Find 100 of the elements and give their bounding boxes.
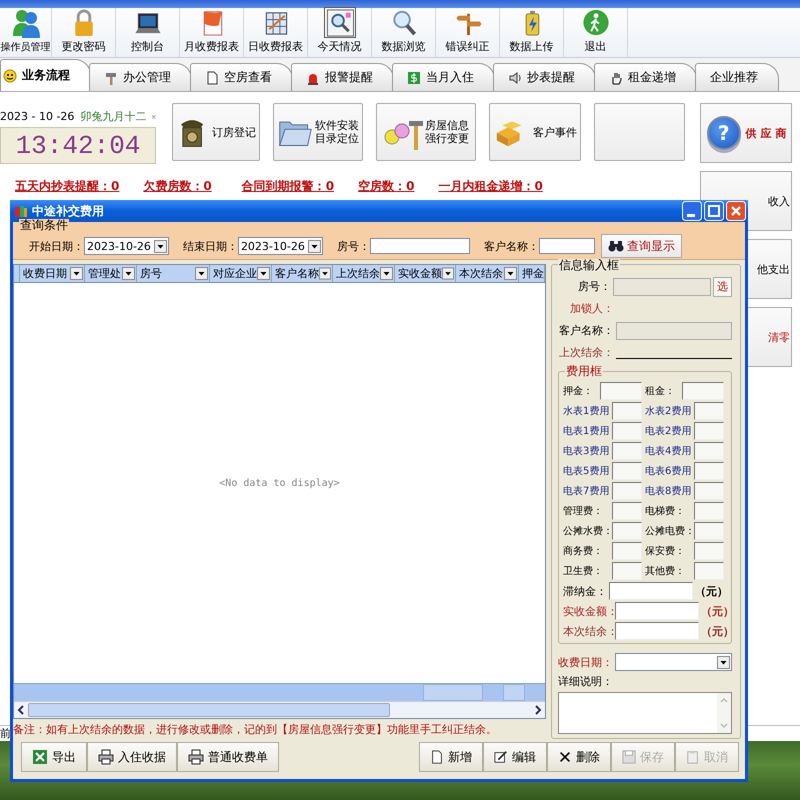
text-field[interactable]	[694, 462, 724, 480]
tab[interactable]: 办公管理	[89, 63, 192, 91]
text-field[interactable]	[616, 322, 732, 340]
field-label: 保安费：	[645, 544, 686, 558]
toolbar-button[interactable]: 日收费报表	[244, 8, 308, 57]
tab[interactable]: 空房查看	[190, 63, 293, 91]
group-legend: 查询条件	[19, 219, 69, 232]
books-icon	[14, 204, 28, 218]
query-button[interactable]: 查询显示	[600, 234, 682, 258]
field-label: 管理费：	[563, 504, 604, 518]
tab[interactable]: 抄表提醒	[493, 63, 596, 91]
text-field[interactable]	[609, 582, 693, 600]
tab[interactable]: 报警提醒	[291, 63, 394, 91]
text-field[interactable]	[615, 622, 699, 640]
toolbar-button[interactable]: 更改密码	[52, 8, 116, 57]
pencil-grid-icon	[494, 749, 508, 765]
action-button[interactable]: 客户事件	[489, 103, 581, 161]
text-field[interactable]	[615, 602, 699, 620]
field-label: 卫生费：	[563, 564, 604, 578]
date-field[interactable]: 2023-10-26	[84, 237, 169, 255]
unit-label: （元）	[695, 584, 728, 598]
field-label: 加锁人：	[569, 301, 614, 316]
action-button[interactable]: 软件安装 目录定位	[273, 103, 363, 161]
scrollbar-thumb[interactable]	[28, 703, 390, 717]
select-button[interactable]: 选	[712, 276, 732, 296]
column-header[interactable]: 押金	[519, 265, 545, 282]
tab[interactable]: 业务流程	[0, 59, 91, 91]
toolbar-button[interactable]: 操作员管理	[0, 8, 52, 57]
toolbar-button[interactable]: 导出	[21, 742, 87, 772]
toolbar-button[interactable]: 删除	[547, 742, 611, 772]
toolbar-button[interactable]: 编辑	[483, 742, 547, 772]
column-header[interactable]: 本次结余	[456, 265, 519, 282]
toolbar-button[interactable]: 控制台	[116, 8, 180, 57]
alert-link[interactable]: 合同到期报警：0	[242, 178, 334, 195]
toolbar-button[interactable]: 入住收据	[87, 742, 177, 772]
toolbar-button[interactable]: 月收费报表	[180, 8, 244, 57]
text-field[interactable]	[612, 522, 642, 540]
empty-message: <No data to display>	[219, 478, 340, 488]
maximize-icon	[704, 201, 724, 221]
text-field[interactable]	[694, 422, 724, 440]
toolbar-button[interactable]: 数据浏览	[372, 8, 436, 57]
text-field[interactable]	[612, 422, 642, 440]
column-header[interactable]: 收费日期	[20, 265, 85, 282]
toolbar-button[interactable]: 普通收费单	[177, 742, 279, 772]
action-button[interactable]: 订房登记	[172, 103, 260, 161]
date-field[interactable]: 2023-10-26	[238, 237, 323, 255]
field-label: 电表5费用	[563, 464, 609, 478]
field-label: 实收金额：	[563, 604, 613, 618]
toolbar-button[interactable]: 退出	[564, 8, 628, 57]
text-field[interactable]	[694, 402, 724, 420]
text-field[interactable]	[694, 542, 724, 560]
text-field[interactable]	[538, 238, 595, 254]
date-picker[interactable]: 2023 - 10 -26 卯兔九月十二	[0, 108, 156, 125]
side-button[interactable]: ? 供 应 商	[700, 103, 792, 163]
text-field[interactable]	[694, 502, 724, 520]
people-icon	[10, 8, 40, 38]
horizontal-scrollbar[interactable]	[14, 701, 545, 718]
toolbar-button[interactable]: 数据上传	[500, 8, 564, 57]
tab[interactable]: 企业推荐	[695, 63, 779, 91]
column-header[interactable]: 房号	[137, 265, 210, 282]
field-label: 电梯费：	[645, 504, 686, 518]
text-field[interactable]	[612, 442, 642, 460]
field-label: 其他费：	[645, 564, 686, 578]
action-button[interactable]: 房屋信息 强行变更	[376, 103, 476, 161]
text-field[interactable]	[612, 402, 642, 420]
date-field[interactable]	[615, 653, 732, 671]
alert-link[interactable]: 空房数：0	[358, 178, 414, 195]
text-field[interactable]	[612, 562, 642, 580]
text-field[interactable]	[682, 382, 724, 400]
toolbar-button[interactable]: 错误纠正	[436, 8, 500, 57]
text-field[interactable]	[694, 482, 724, 500]
text-field[interactable]	[612, 278, 711, 296]
alert-link[interactable]: 五天内抄表提醒：0	[15, 178, 120, 195]
column-header[interactable]: 管理处	[85, 265, 137, 282]
spreadsheet-icon	[32, 749, 48, 765]
text-field[interactable]	[370, 238, 470, 254]
toolbar-button[interactable]: 今天情况	[308, 8, 372, 57]
text-field[interactable]	[694, 442, 724, 460]
tab[interactable]: 当月入住	[392, 63, 495, 91]
notes-field[interactable]	[558, 692, 732, 734]
field-label: 租金：	[645, 385, 676, 398]
text-field[interactable]	[612, 542, 642, 560]
column-header[interactable]: 对应企业	[210, 265, 272, 282]
text-field[interactable]	[694, 522, 724, 540]
field-label: 水表1费用	[563, 404, 609, 418]
toolbar-button[interactable]: 新增	[419, 742, 483, 772]
text-field[interactable]	[612, 482, 642, 500]
column-header[interactable]: 上次结余	[333, 265, 395, 282]
alert-link[interactable]: 欠费房数：0	[143, 178, 212, 195]
text-field[interactable]	[612, 502, 642, 520]
text-field[interactable]	[612, 462, 642, 480]
minimize-icon	[682, 201, 702, 221]
text-field[interactable]	[694, 562, 724, 580]
alert-link[interactable]: 一月内租金递增：0	[438, 178, 543, 195]
tab[interactable]: 租金递增	[594, 63, 697, 91]
text-field[interactable]	[600, 382, 642, 400]
action-button[interactable]	[594, 103, 685, 161]
vertical-scrollbar-icon	[717, 693, 731, 733]
column-header[interactable]: 客户名称	[272, 265, 333, 282]
column-header[interactable]: 实收金额	[395, 265, 456, 282]
